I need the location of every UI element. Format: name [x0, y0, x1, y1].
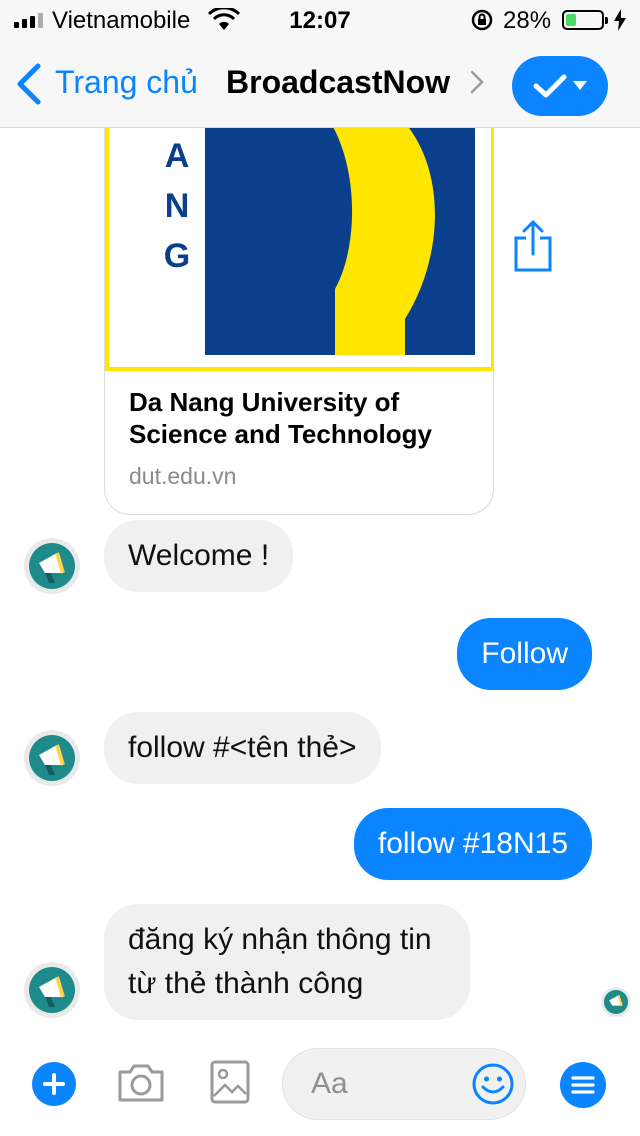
megaphone-icon — [29, 735, 75, 781]
photo-gallery-icon[interactable] — [210, 1060, 250, 1104]
conversation-header: Trang chủ BroadcastNow — [0, 40, 640, 128]
more-actions-button[interactable] — [32, 1062, 76, 1106]
link-preview-card[interactable]: A N G Da Nang University of Science and … — [104, 128, 494, 515]
plus-icon — [43, 1073, 65, 1095]
back-button[interactable]: Trang chủ — [55, 64, 198, 101]
battery-icon — [562, 10, 608, 30]
hamburger-menu-icon — [571, 1076, 595, 1094]
message-bubble-user[interactable]: follow #18N15 — [353, 808, 592, 880]
bot-avatar[interactable] — [24, 538, 80, 594]
checkmark-icon — [533, 74, 567, 98]
logo-letter: N — [165, 187, 190, 225]
card-url: dut.edu.vn — [129, 463, 237, 489]
camera-icon[interactable] — [116, 1062, 166, 1104]
bot-avatar[interactable] — [24, 962, 80, 1018]
bot-avatar[interactable] — [24, 730, 80, 786]
share-icon[interactable] — [512, 220, 554, 272]
message-input[interactable]: Aa — [282, 1048, 526, 1120]
conversation-title[interactable]: BroadcastNow — [226, 64, 450, 101]
status-bar: Vietnamobile 12:07 28% — [0, 0, 640, 40]
subscribe-dropdown-button[interactable] — [512, 56, 608, 116]
message-bubble-bot[interactable]: Welcome ! — [104, 520, 294, 592]
logo-letter: G — [164, 237, 190, 275]
card-title: Da Nang University of Science and Techno… — [129, 387, 432, 449]
message-bubble-user[interactable]: Follow — [457, 618, 592, 690]
megaphone-icon — [29, 543, 75, 589]
message-list[interactable]: A N G Da Nang University of Science and … — [0, 128, 640, 1040]
megaphone-icon — [29, 967, 75, 1013]
chevron-right-icon[interactable] — [470, 70, 484, 94]
university-logo-image: A N G — [105, 128, 493, 371]
message-input-placeholder: Aa — [311, 1067, 348, 1100]
message-bubble-bot[interactable]: đăng ký nhận thông tin từ thẻ thành công — [104, 904, 470, 1020]
message-composer: Aa — [0, 1040, 640, 1136]
megaphone-icon — [604, 990, 628, 1014]
logo-letter: A — [165, 137, 190, 175]
message-bubble-bot[interactable]: follow #<tên thẻ> — [104, 712, 381, 784]
rotation-lock-icon — [471, 9, 493, 31]
seen-indicator-avatar — [601, 987, 631, 1017]
emoji-icon[interactable] — [471, 1062, 515, 1106]
bot-menu-button[interactable] — [560, 1062, 606, 1108]
caret-down-icon — [573, 81, 587, 90]
back-chevron-icon[interactable] — [14, 62, 44, 106]
battery-percent: 28% — [503, 7, 552, 34]
charging-icon — [614, 9, 626, 31]
battery-level-fill — [566, 14, 576, 26]
